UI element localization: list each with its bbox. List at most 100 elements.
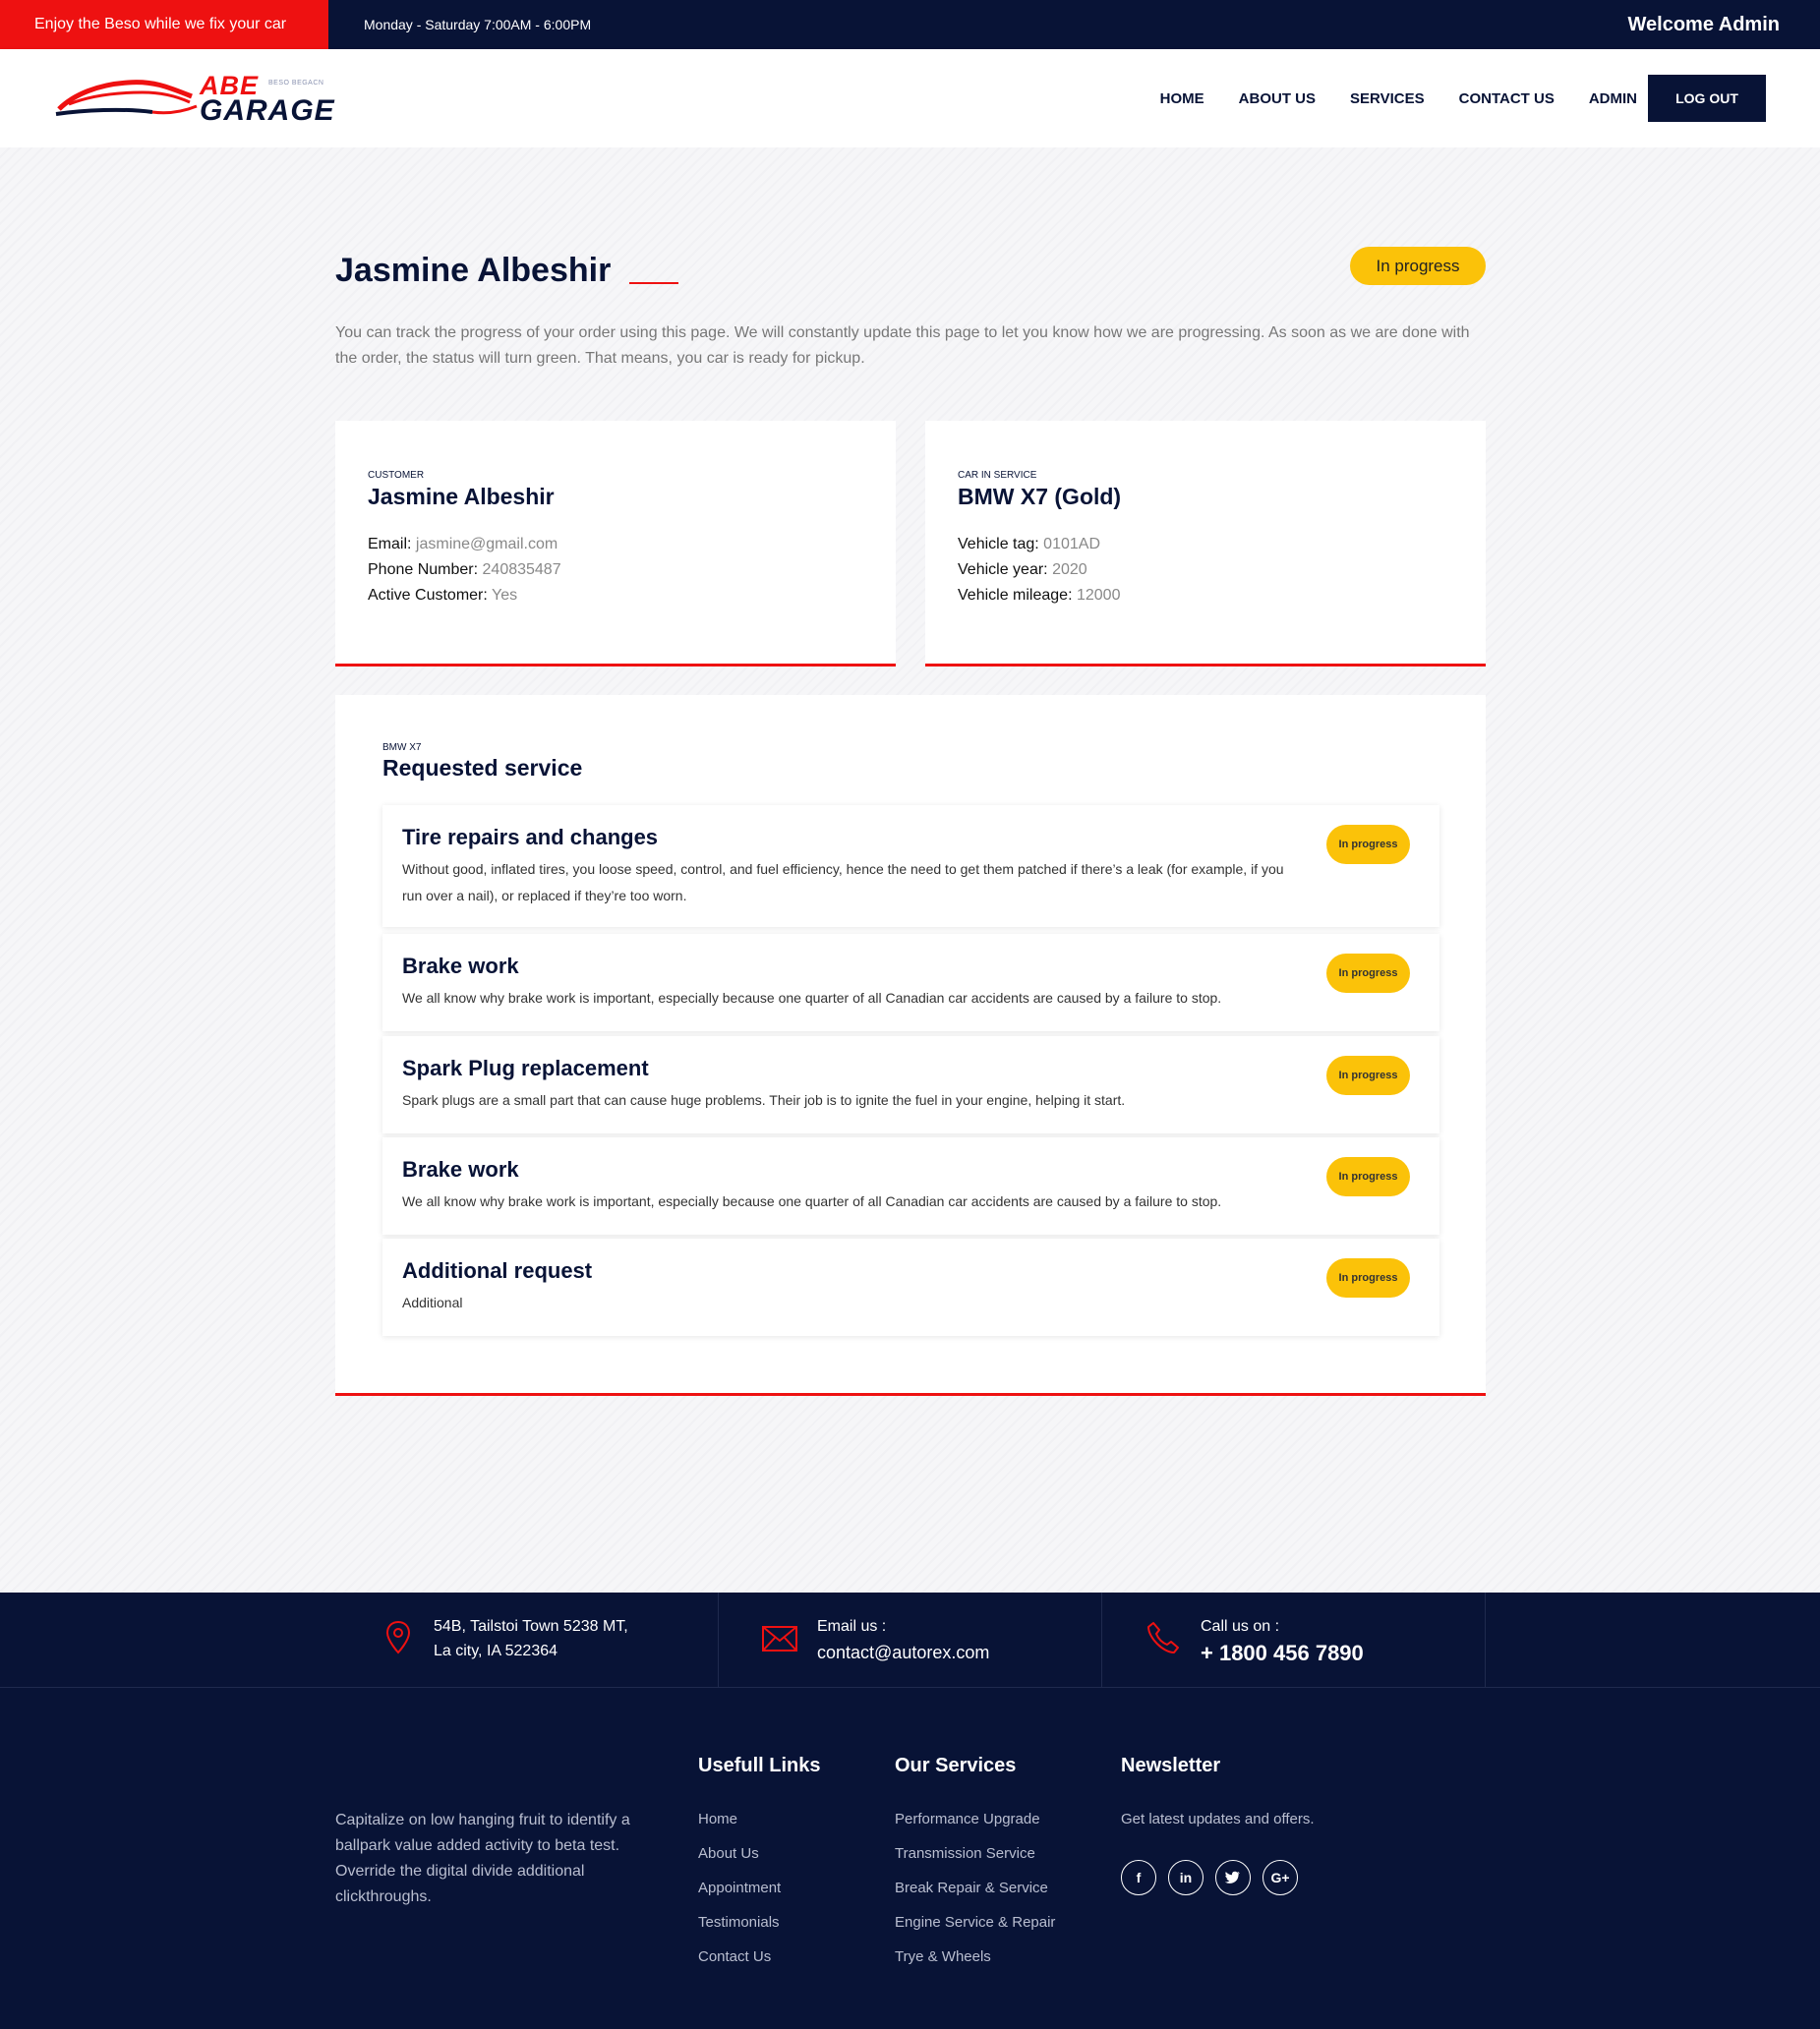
- vehicle-year-row: Vehicle year: 2020: [958, 561, 1087, 578]
- field-key: Phone Number: [368, 561, 474, 578]
- our-services-column: Our Services Performance Upgrade Transmi…: [895, 1755, 1055, 1974]
- vehicle-card: CAR IN SERVICE BMW X7 (Gold) Vehicle tag…: [925, 421, 1486, 667]
- footer-service-link[interactable]: Performance Upgrade: [895, 1802, 1055, 1836]
- services-title: Requested service: [382, 755, 583, 781]
- service-description: Without good, inflated tires, you loose …: [402, 861, 1284, 903]
- useful-links-column: Usefull Links Home About Us Appointment …: [698, 1755, 820, 1974]
- service-description: We all know why brake work is important,…: [402, 990, 1222, 1006]
- vehicle-details: Vehicle tag: 0101AD Vehicle year: 2020 V…: [958, 532, 1120, 609]
- service-item: Additional request Additional In progres…: [382, 1239, 1439, 1336]
- promo-text: Enjoy the Beso while we fix your car: [0, 0, 328, 49]
- footer-service-link[interactable]: Engine Service & Repair: [895, 1905, 1055, 1940]
- page-title: Jasmine Albeshir: [335, 252, 612, 289]
- service-status-badge: In progress: [1326, 1056, 1410, 1095]
- field-value: 12000: [1076, 587, 1121, 604]
- field-value: Yes: [491, 587, 518, 604]
- footer-link-home[interactable]: Home: [698, 1802, 820, 1836]
- envelope-icon: [762, 1626, 797, 1656]
- address-line-2: La city, IA 522364: [434, 1643, 558, 1659]
- field-value: jasmine@gmail.com: [415, 536, 558, 552]
- address-line-1: 54B, Tailstoi Town 5238 MT,: [434, 1618, 628, 1635]
- footer-about-text: Capitalize on low hanging fruit to ident…: [335, 1812, 630, 1905]
- nav-services[interactable]: SERVICES: [1350, 90, 1425, 107]
- contact-strip: 54B, Tailstoi Town 5238 MT, La city, IA …: [0, 1593, 1820, 1688]
- email-label: Email us :: [817, 1618, 887, 1635]
- footer-service-link[interactable]: Trye & Wheels: [895, 1940, 1055, 1974]
- customer-details: Email: jasmine@gmail.com Phone Number: 2…: [368, 532, 561, 609]
- newsletter-text: Get latest updates and offers.: [1121, 1811, 1315, 1827]
- phone-icon: [1145, 1620, 1181, 1660]
- footer-service-link[interactable]: Transmission Service: [895, 1836, 1055, 1871]
- welcome-message: Welcome Admin: [1627, 13, 1780, 35]
- order-status-section: Jasmine Albeshir In progress You can tra…: [0, 147, 1820, 1593]
- our-services-title: Our Services: [895, 1755, 1017, 1776]
- vehicle-mileage-row: Vehicle mileage: 12000: [958, 587, 1121, 604]
- email-block: Email us : contact@autorex.com: [719, 1593, 1102, 1688]
- field-value: 2020: [1052, 561, 1087, 578]
- service-description: Spark plugs are a small part that can ca…: [402, 1092, 1126, 1108]
- field-key: Vehicle mileage: [958, 587, 1069, 604]
- nav-about-us[interactable]: ABOUT US: [1239, 90, 1316, 107]
- footer-link-about-us[interactable]: About Us: [698, 1836, 820, 1871]
- service-name: Additional request: [402, 1258, 593, 1283]
- field-key: Vehicle year: [958, 561, 1044, 578]
- service-status-badge: In progress: [1326, 825, 1410, 864]
- site-header: ABE BESO BEGACN GARAGE HOME ABOUT US SER…: [0, 49, 1820, 147]
- footer-service-link[interactable]: Break Repair & Service: [895, 1871, 1055, 1905]
- field-key: Vehicle tag: [958, 536, 1035, 552]
- service-name: Brake work: [402, 1157, 519, 1182]
- twitter-icon[interactable]: [1215, 1860, 1251, 1895]
- service-status-badge: In progress: [1326, 1157, 1410, 1196]
- site-footer: Capitalize on low hanging fruit to ident…: [0, 1688, 1820, 2029]
- nav-admin[interactable]: ADMIN: [1589, 90, 1637, 107]
- service-item: Spark Plug replacement Spark plugs are a…: [382, 1036, 1439, 1133]
- logo-tagline: BESO BEGACN: [268, 80, 324, 87]
- linkedin-icon[interactable]: in: [1168, 1860, 1204, 1895]
- car-logo-icon: [55, 80, 198, 116]
- business-hours: Monday - Saturday 7:00AM - 6:00PM: [364, 17, 592, 32]
- customer-card: CUSTOMER Jasmine Albeshir Email: jasmine…: [335, 421, 896, 667]
- service-item: Brake work We all know why brake work is…: [382, 1137, 1439, 1235]
- field-key: Email: [368, 536, 408, 552]
- social-links: f in G+: [1121, 1860, 1310, 1895]
- service-status-badge: In progress: [1326, 1258, 1410, 1298]
- logo[interactable]: ABE BESO BEGACN GARAGE: [54, 71, 334, 128]
- newsletter-title: Newsletter: [1121, 1755, 1221, 1776]
- facebook-icon[interactable]: f: [1121, 1860, 1156, 1895]
- intro-text: You can track the progress of your order…: [335, 324, 1470, 367]
- customer-name: Jasmine Albeshir: [368, 484, 555, 509]
- newsletter-column: Newsletter Get latest updates and offers…: [1121, 1755, 1315, 1836]
- title-underline: [629, 282, 678, 284]
- field-value: 240835487: [482, 561, 561, 578]
- address-block: 54B, Tailstoi Town 5238 MT, La city, IA …: [335, 1593, 719, 1688]
- email-address[interactable]: contact@autorex.com: [817, 1643, 989, 1663]
- service-status-badge: In progress: [1326, 954, 1410, 993]
- customer-active-row: Active Customer: Yes: [368, 587, 518, 604]
- service-description: We all know why brake work is important,…: [402, 1193, 1222, 1209]
- customer-label: CUSTOMER: [368, 470, 425, 481]
- customer-phone-row: Phone Number: 240835487: [368, 561, 561, 578]
- footer-link-contact-us[interactable]: Contact Us: [698, 1940, 820, 1974]
- services-vehicle-label: BMW X7: [382, 742, 422, 753]
- service-name: Tire repairs and changes: [402, 825, 659, 849]
- useful-links-title: Usefull Links: [698, 1755, 821, 1776]
- service-name: Brake work: [402, 954, 519, 978]
- phone-number[interactable]: + 1800 456 7890: [1201, 1641, 1364, 1666]
- logo-garage: GARAGE: [200, 94, 335, 127]
- top-bar: Enjoy the Beso while we fix your car Mon…: [0, 0, 1820, 49]
- map-pin-icon: [384, 1620, 412, 1660]
- vehicle-name: BMW X7 (Gold): [958, 484, 1122, 509]
- footer-link-testimonials[interactable]: Testimonials: [698, 1905, 820, 1940]
- footer-link-appointment[interactable]: Appointment: [698, 1871, 820, 1905]
- google-plus-icon[interactable]: G+: [1262, 1860, 1298, 1895]
- phone-label: Call us on :: [1201, 1618, 1280, 1635]
- order-status-badge: In progress: [1350, 247, 1486, 285]
- main-nav: HOME ABOUT US SERVICES CONTACT US ADMIN: [1126, 49, 1673, 147]
- service-name: Spark Plug replacement: [402, 1056, 649, 1080]
- nav-contact-us[interactable]: CONTACT US: [1459, 90, 1555, 107]
- logout-button[interactable]: LOG OUT: [1648, 75, 1766, 122]
- field-key: Active Customer: [368, 587, 484, 604]
- service-description: Additional: [402, 1295, 463, 1310]
- nav-home[interactable]: HOME: [1160, 90, 1204, 107]
- field-value: 0101AD: [1043, 536, 1100, 552]
